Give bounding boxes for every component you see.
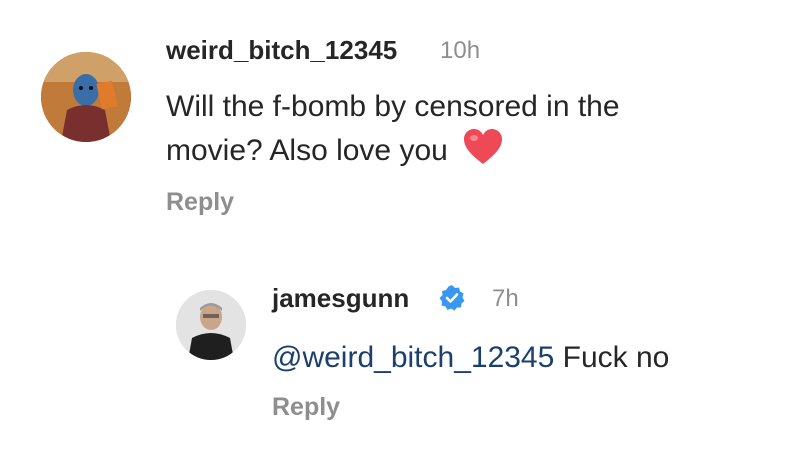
comment-text-line-content: movie? Also love you	[166, 134, 448, 167]
comment-text-line: Will the f-bomb by censored in the	[166, 90, 620, 123]
comment-text: @weird_bitch_12345 Fuck no	[272, 336, 669, 379]
avatar-image	[41, 52, 131, 142]
mention-link[interactable]: @weird_bitch_12345	[272, 341, 554, 374]
comment-timestamp: 10h	[440, 37, 481, 64]
reply-button[interactable]: Reply	[272, 393, 340, 422]
comment-timestamp: 7h	[492, 285, 519, 312]
comment-username[interactable]: jamesgunn	[272, 283, 409, 314]
avatar[interactable]	[41, 52, 131, 142]
verified-badge-icon	[439, 285, 465, 311]
comment-text-content: Fuck no	[554, 341, 670, 374]
avatar[interactable]	[176, 290, 246, 360]
comment-text: Will the f-bomb by censored in the movie…	[166, 85, 766, 172]
heart-emoji-icon	[464, 129, 503, 164]
reply-button[interactable]: Reply	[166, 188, 234, 217]
comment-item: weird_bitch_12345 10h Will the f-bomb by…	[0, 0, 800, 240]
reply-comment-item: jamesgunn 7h @weird_bitch_12345 Fuck no …	[0, 250, 800, 462]
comment-username[interactable]: weird_bitch_12345	[166, 35, 397, 66]
comment-text-line: movie? Also love you	[166, 128, 766, 172]
avatar-image	[176, 290, 246, 360]
